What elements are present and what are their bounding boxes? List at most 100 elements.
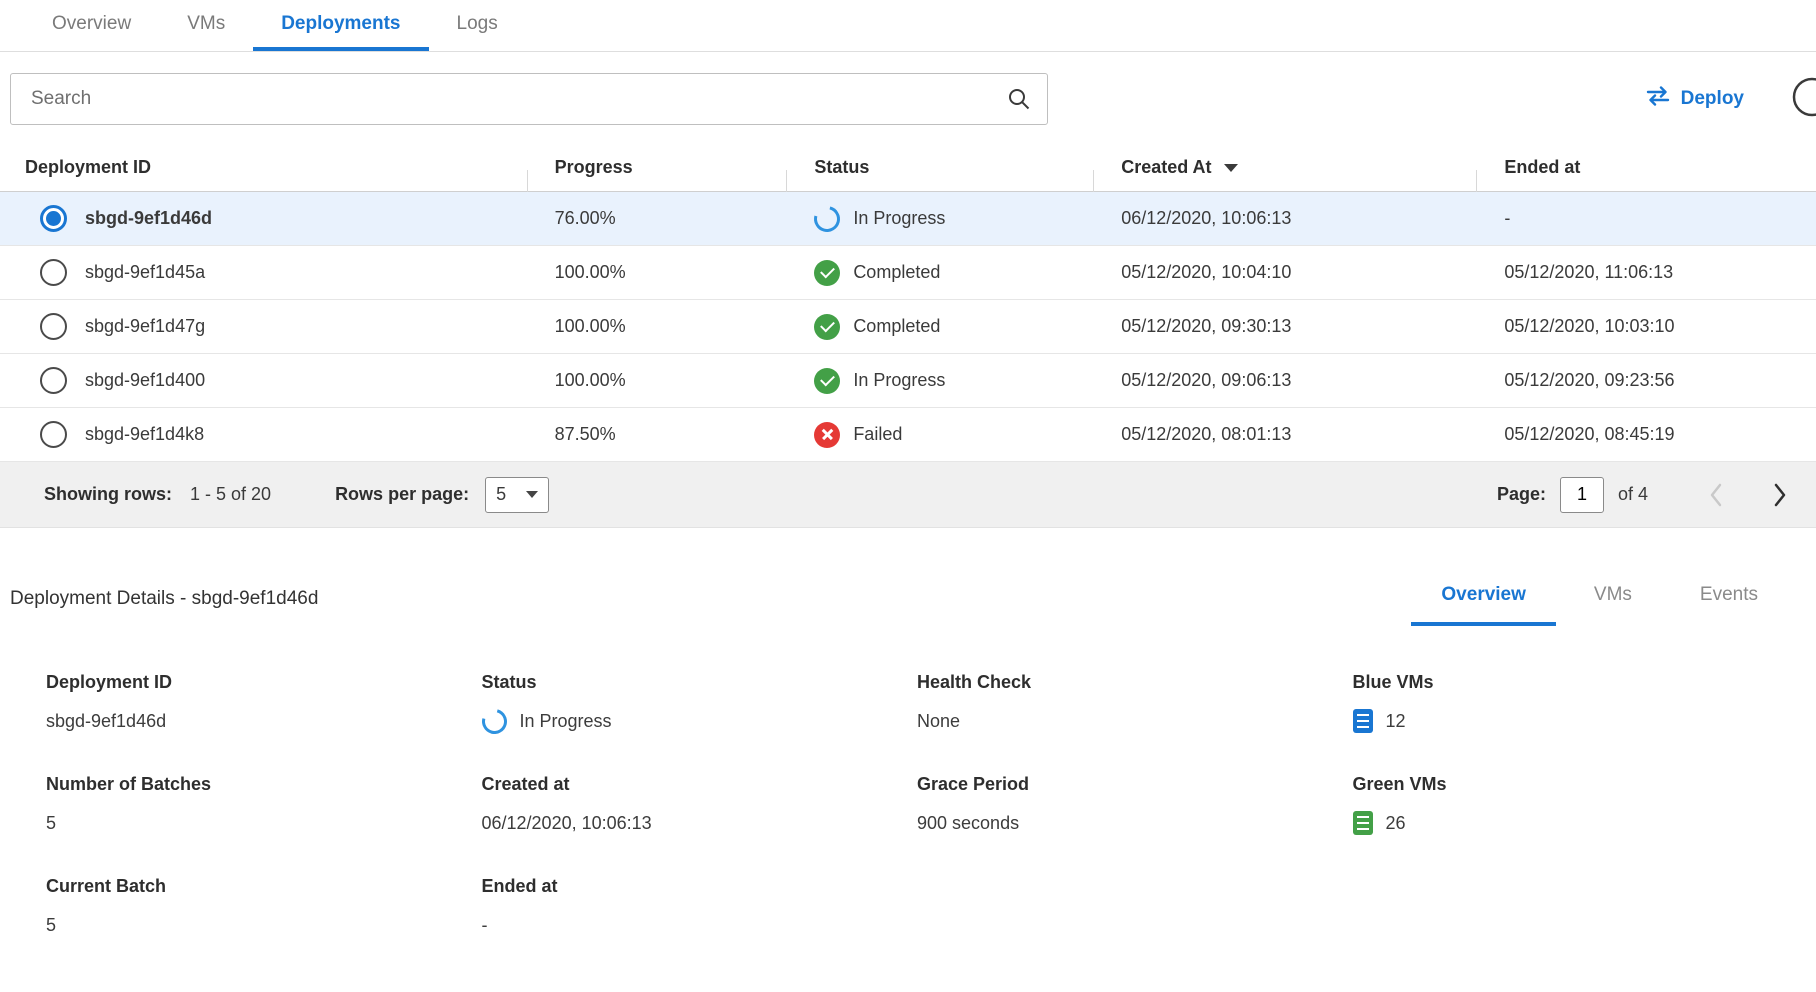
- field-value: sbgd-9ef1d46d: [46, 711, 166, 732]
- cell-created-at: 05/12/2020, 10:04:10: [1093, 262, 1476, 283]
- field-grace-period: Grace Period 900 seconds: [917, 774, 1353, 836]
- cell-progress: 100.00%: [527, 262, 787, 283]
- field-label: Created at: [482, 774, 918, 795]
- deployment-id: sbgd-9ef1d47g: [85, 316, 205, 337]
- field-label: Green VMs: [1353, 774, 1789, 795]
- column-header-ended-at: Ended at: [1476, 157, 1816, 178]
- field-value: In Progress: [520, 711, 612, 732]
- deployment-id: sbgd-9ef1d46d: [85, 208, 212, 229]
- refresh-icon[interactable]: [1790, 75, 1816, 124]
- cell-created-at: 05/12/2020, 09:30:13: [1093, 316, 1476, 337]
- field-deployment-id: Deployment ID sbgd-9ef1d46d: [46, 672, 482, 734]
- radio-button[interactable]: [40, 421, 67, 448]
- cell-status: Completed: [786, 260, 1093, 286]
- details-tab-events[interactable]: Events: [1670, 584, 1788, 626]
- field-label: Ended at: [482, 876, 918, 897]
- page-total: of 4: [1618, 484, 1648, 505]
- search-input[interactable]: [10, 73, 1048, 125]
- cell-ended-at: -: [1476, 208, 1816, 229]
- table-row[interactable]: sbgd-9ef1d46d 76.00% In Progress 06/12/2…: [0, 192, 1816, 246]
- cell-created-at: 05/12/2020, 09:06:13: [1093, 370, 1476, 391]
- column-header-created-at[interactable]: Created At: [1093, 157, 1476, 178]
- column-header-progress: Progress: [527, 157, 787, 178]
- cell-progress: 100.00%: [527, 370, 787, 391]
- details-tab-bar: Overview VMs Events: [1403, 584, 1788, 626]
- status-label: In Progress: [853, 208, 945, 229]
- deployment-details: Deployment Details - sbgd-9ef1d46d Overv…: [0, 584, 1816, 938]
- cell-deployment-id: sbgd-9ef1d45a: [0, 259, 527, 286]
- tab-deployments[interactable]: Deployments: [253, 0, 428, 51]
- field-value: 5: [46, 915, 56, 936]
- page-label: Page:: [1497, 484, 1546, 505]
- field-value: None: [917, 711, 960, 732]
- field-value: 06/12/2020, 10:06:13: [482, 813, 652, 834]
- cell-status: Failed: [786, 422, 1093, 448]
- cell-progress: 76.00%: [527, 208, 787, 229]
- status-icon: [810, 201, 846, 237]
- field-value: 26: [1386, 813, 1406, 834]
- cell-deployment-id: sbgd-9ef1d46d: [0, 205, 527, 232]
- status-icon: [814, 422, 840, 448]
- field-value: -: [482, 915, 488, 936]
- table-row[interactable]: sbgd-9ef1d4k8 87.50% Failed 05/12/2020, …: [0, 408, 1816, 462]
- rows-per-page-select[interactable]: 5: [485, 477, 549, 513]
- field-number-of-batches: Number of Batches 5: [46, 774, 482, 836]
- chevron-right-icon: [1772, 481, 1788, 509]
- details-tab-overview[interactable]: Overview: [1411, 584, 1556, 626]
- tab-vms[interactable]: VMs: [159, 0, 253, 51]
- cell-deployment-id: sbgd-9ef1d47g: [0, 313, 527, 340]
- previous-page-button[interactable]: [1708, 481, 1724, 509]
- cell-created-at: 06/12/2020, 10:06:13: [1093, 208, 1476, 229]
- deployment-id: sbgd-9ef1d400: [85, 370, 205, 391]
- showing-rows-value: 1 - 5 of 20: [190, 484, 271, 505]
- details-tab-vms[interactable]: VMs: [1564, 584, 1662, 626]
- field-green-vms: Green VMs 26: [1353, 774, 1789, 836]
- cell-status: In Progress: [786, 368, 1093, 394]
- vm-blue-icon: [1353, 709, 1373, 733]
- tab-logs[interactable]: Logs: [429, 0, 526, 51]
- status-label: Failed: [853, 424, 902, 445]
- details-title: Deployment Details - sbgd-9ef1d46d: [10, 588, 318, 626]
- radio-button[interactable]: [40, 205, 67, 232]
- toolbar: Deploy: [0, 72, 1816, 126]
- chevron-left-icon: [1708, 481, 1724, 509]
- cell-progress: 87.50%: [527, 424, 787, 445]
- next-page-button[interactable]: [1772, 481, 1788, 509]
- field-value: 900 seconds: [917, 813, 1019, 834]
- field-value: 5: [46, 813, 56, 834]
- field-blue-vms: Blue VMs 12: [1353, 672, 1789, 734]
- radio-button[interactable]: [40, 367, 67, 394]
- deployment-id: sbgd-9ef1d4k8: [85, 424, 204, 445]
- field-label: Health Check: [917, 672, 1353, 693]
- deploy-button[interactable]: Deploy: [1645, 86, 1744, 112]
- field-value: 12: [1386, 711, 1406, 732]
- chevron-down-icon: [526, 491, 538, 498]
- column-header-created-at-label: Created At: [1121, 157, 1211, 178]
- rows-per-page-value: 5: [496, 484, 506, 505]
- tab-overview[interactable]: Overview: [24, 0, 159, 51]
- top-tab-bar: Overview VMs Deployments Logs: [0, 0, 1816, 52]
- status-icon: [814, 368, 840, 394]
- pager: Page: of 4: [1497, 477, 1788, 513]
- status-label: Completed: [853, 262, 940, 283]
- table-pagination: Showing rows: 1 - 5 of 20 Rows per page:…: [0, 462, 1816, 528]
- table-row[interactable]: sbgd-9ef1d47g 100.00% Completed 05/12/20…: [0, 300, 1816, 354]
- radio-button[interactable]: [40, 259, 67, 286]
- field-health-check: Health Check None: [917, 672, 1353, 734]
- deploy-button-label: Deploy: [1681, 88, 1744, 110]
- deployments-table: Deployment ID Progress Status Created At…: [0, 144, 1816, 528]
- page-number-input[interactable]: [1560, 477, 1604, 513]
- table-row[interactable]: sbgd-9ef1d45a 100.00% Completed 05/12/20…: [0, 246, 1816, 300]
- cell-ended-at: 05/12/2020, 08:45:19: [1476, 424, 1816, 445]
- field-label: Number of Batches: [46, 774, 482, 795]
- radio-button[interactable]: [40, 313, 67, 340]
- field-status: Status In Progress: [482, 672, 918, 734]
- status-icon: [814, 260, 840, 286]
- status-label: Completed: [853, 316, 940, 337]
- field-current-batch: Current Batch 5: [46, 876, 482, 938]
- cell-status: In Progress: [786, 206, 1093, 232]
- field-label: Status: [482, 672, 918, 693]
- deployment-id: sbgd-9ef1d45a: [85, 262, 205, 283]
- cell-ended-at: 05/12/2020, 10:03:10: [1476, 316, 1816, 337]
- table-row[interactable]: sbgd-9ef1d400 100.00% In Progress 05/12/…: [0, 354, 1816, 408]
